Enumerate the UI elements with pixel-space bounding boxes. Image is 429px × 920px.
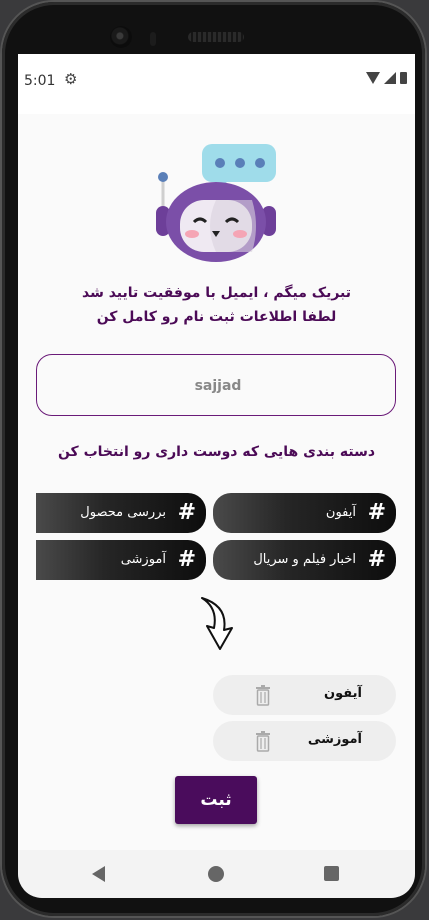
app-screen: 5:01 ⚙ تبریک میگم ، ایمیل با موفقیت تایی…: [18, 54, 415, 850]
submit-button[interactable]: ثبت: [175, 776, 257, 824]
name-input[interactable]: [37, 355, 399, 417]
earpiece-speaker: [188, 32, 244, 42]
wifi-icon: [366, 72, 380, 84]
selected-category-item: آیفون: [213, 675, 396, 715]
hashtag-icon: #: [177, 500, 196, 525]
instruction-message: لطفا اطلاعات ثبت نام رو کامل کن: [96, 309, 337, 325]
trash-icon[interactable]: [255, 684, 271, 706]
curved-arrow-down-icon: [201, 597, 233, 650]
selected-category-label: آیفون: [324, 686, 362, 701]
category-chip-product-review[interactable]: # بررسی محصول: [36, 493, 206, 533]
back-icon[interactable]: [92, 866, 105, 882]
hashtag-icon: #: [367, 500, 386, 525]
robot-mascot-image: [156, 144, 276, 262]
home-icon[interactable]: [208, 866, 224, 882]
name-field-container: [36, 354, 399, 417]
selected-category-label: آموزشی: [307, 732, 362, 747]
status-icons: [366, 72, 407, 84]
category-chip-iphone[interactable]: # آیفون: [213, 493, 396, 533]
category-label: بررسی محصول: [80, 505, 166, 520]
hashtag-icon: #: [177, 547, 196, 572]
system-nav-bar: [18, 850, 415, 898]
categories-title: دسته بندی هایی که دوست داری رو انتخاب کن: [57, 444, 376, 460]
recents-icon[interactable]: [324, 866, 339, 881]
category-label: آموزشی: [120, 552, 166, 567]
status-bar: 5:01 ⚙: [18, 54, 415, 114]
trash-icon[interactable]: [255, 730, 271, 752]
status-time: 5:01: [24, 73, 56, 89]
hashtag-icon: #: [367, 547, 386, 572]
sensor: [150, 32, 156, 46]
gear-icon: ⚙: [64, 70, 78, 88]
category-label: آیفون: [325, 505, 356, 520]
category-chip-educational[interactable]: # آموزشی: [36, 540, 206, 580]
category-chip-movie-news[interactable]: # اخبار فیلم و سریال: [213, 540, 396, 580]
selected-category-item: آموزشی: [213, 721, 396, 761]
battery-icon: [400, 72, 407, 84]
signal-icon: [384, 72, 396, 84]
category-label: اخبار فیلم و سریال: [253, 552, 356, 567]
success-message: تبریک میگم ، ایمیل با موفقیت تایید شد: [81, 285, 352, 301]
front-camera: [110, 26, 132, 48]
